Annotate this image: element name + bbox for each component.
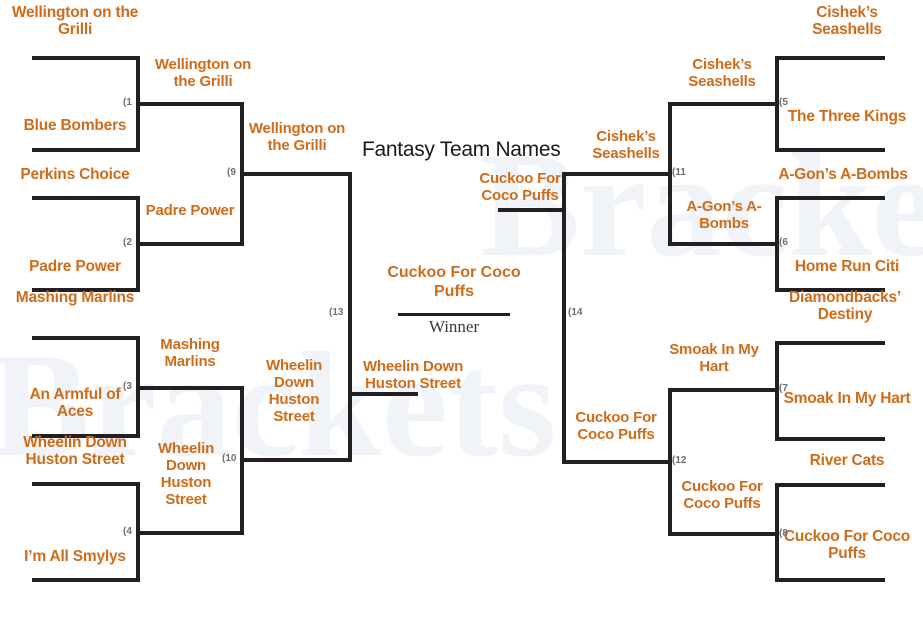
bracket-line [562,172,672,176]
team-label: Cishek’s Seashells [812,4,882,38]
team-label: Home Run Citi [794,258,900,275]
game-number-4: (4 [123,526,132,537]
winner-team-label: Cuckoo For Coco Puffs [387,264,521,300]
bracket-line [32,578,140,582]
game-number-3: (3 [123,381,132,392]
bracket-line [775,578,885,582]
bracket-line [562,460,672,464]
team-label: Mashing Marlins [15,289,135,306]
game-number-11: (11 [672,167,686,178]
team-label: Smoak In My Hart [669,341,759,375]
team-label: Padre Power [145,202,235,219]
team-label: Diamondbacks’ Destiny [789,289,901,323]
team-label: The Three Kings [787,108,907,125]
team-label: Cuckoo For Coco Puffs [575,409,657,443]
bracket-line [348,172,352,460]
bracket-line [668,242,778,246]
game-number-12: (12 [672,455,687,466]
game-number-1: (1 [123,97,132,108]
bracket-line [32,336,140,340]
game-number-7: (7 [779,383,788,394]
bracket-line [498,208,564,212]
team-label: Wheelin Down Huston Street [362,358,464,392]
winner-caption: Winner [428,317,480,336]
bracket-line [32,482,140,486]
team-label: Mashing Marlins [160,336,220,370]
bracket-line [32,56,140,60]
game-number-6: (6 [779,237,788,248]
team-label: Wellington on the Grilli [11,4,139,38]
team-label: Perkins Choice [20,166,130,183]
game-number-10: (10 [222,453,237,464]
team-label: Wellington on the Grilli [154,56,252,90]
bracket-line [32,196,140,200]
bracket-line [775,196,885,200]
team-label: Padre Power [29,258,121,275]
bracket-line [668,532,778,536]
team-label: Cishek’s Seashells [688,56,756,90]
team-label: Blue Bombers [23,117,127,134]
game-number-2: (2 [123,237,132,248]
bracket-line [240,172,352,176]
page-title: Fantasy Team Names [362,138,561,161]
team-label: Cuckoo For Coco Puffs [681,478,763,512]
team-label: I’m All Smylys [24,548,126,565]
team-label: Wellington on the Grilli [248,120,346,154]
team-label: A-Gon’s A-Bombs [686,198,762,232]
bracket-line [775,437,885,441]
game-number-8: (8 [779,528,788,539]
bracket-line [668,102,778,106]
team-label: A-Gon’s A-Bombs [778,166,908,183]
game-number-13: (13 [329,307,344,318]
bracket-line [136,242,244,246]
bracket-line [348,392,418,396]
team-label: An Armful of Aces [29,386,121,420]
team-label: River Cats [809,452,885,469]
winner-underline [398,313,510,316]
team-label: Smoak In My Hart [783,390,911,407]
bracket-line [240,458,352,462]
bracket-line [136,386,244,390]
team-label: Cishek’s Seashells [592,128,660,162]
game-number-9: (9 [227,167,236,178]
bracket-line [136,102,244,106]
game-number-14: (14 [568,307,583,318]
team-label: Wheelin Down Huston Street [265,357,323,425]
bracket-line [775,148,885,152]
bracket-line [775,56,885,60]
team-label: Wheelin Down Huston Street [157,440,215,508]
team-label: Wheelin Down Huston Street [23,434,127,468]
team-label: Cuckoo For Coco Puffs [783,528,911,562]
bracket-line [136,531,244,535]
bracket-line [668,388,778,392]
bracket-line [775,483,885,487]
tournament-bracket: Brackets Brackets [0,0,923,620]
bracket-line [775,341,885,345]
bracket-line [32,148,140,152]
team-label: Cuckoo For Coco Puffs [479,170,561,204]
game-number-5: (5 [779,97,788,108]
